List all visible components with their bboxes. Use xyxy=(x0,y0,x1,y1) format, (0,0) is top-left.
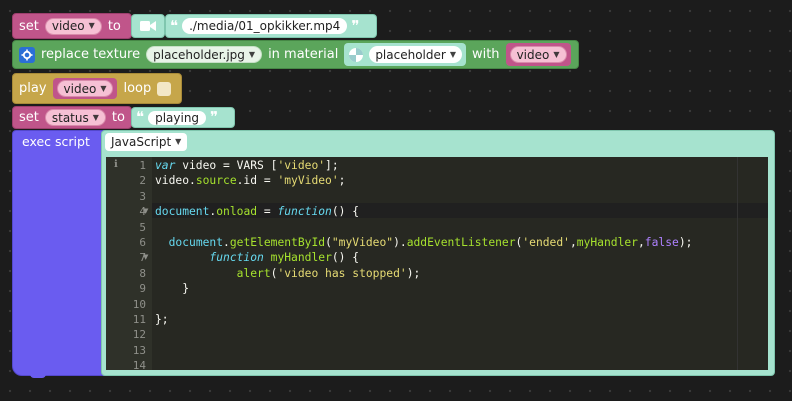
variable-name: video xyxy=(63,81,97,96)
code-editor[interactable]: ℹ ▼ ▼ 1 2 3 4 5 6 7 8 9 10 11 12 13 14 v… xyxy=(106,157,768,370)
exec-script-block[interactable]: exec script xyxy=(12,130,107,376)
code-line: video.source.id = 'myVideo'; xyxy=(155,174,346,188)
code-line: alert('video has stopped'); xyxy=(236,266,421,280)
code-line: var video = VARS ['video']; xyxy=(155,159,339,172)
variable-dropdown-status[interactable]: status ▼ xyxy=(44,109,106,126)
material-sphere-icon xyxy=(349,47,364,62)
texture-name: placeholder.jpg xyxy=(153,47,245,62)
line-number: 8 xyxy=(139,266,146,280)
replace-texture-block[interactable]: replace texture placeholder.jpg ▼ in mate… xyxy=(12,40,579,69)
video-path-string-block[interactable]: ❝ ./media/01_opkikker.mp4 ❞ xyxy=(165,14,377,38)
line-number: 7 xyxy=(139,251,146,265)
chevron-down-icon: ▼ xyxy=(248,49,256,59)
status-value-field[interactable]: playing xyxy=(148,110,207,125)
variable-name: video xyxy=(516,47,550,62)
variable-dropdown-video[interactable]: video ▼ xyxy=(509,46,567,63)
chevron-down-icon: ▼ xyxy=(92,112,99,122)
code-line: document.onload = function() { xyxy=(155,205,360,219)
line-number: 6 xyxy=(139,236,146,249)
loop-checkbox[interactable] xyxy=(157,81,172,96)
line-number: 9 xyxy=(139,282,146,296)
line-number: 11 xyxy=(132,313,146,326)
to-keyword: to xyxy=(111,110,125,125)
variable-name: status xyxy=(51,110,89,125)
variable-dropdown-video[interactable]: video ▼ xyxy=(44,17,102,35)
variable-name: video xyxy=(51,19,85,33)
replace-texture-label: replace texture xyxy=(41,47,141,62)
line-number: 4 xyxy=(139,205,146,219)
set-keyword: set xyxy=(19,18,39,34)
close-quote-icon: ❞ xyxy=(351,16,360,35)
exec-script-bottom-notch xyxy=(30,372,46,378)
video-camera-icon xyxy=(140,21,156,31)
material-slot[interactable]: placeholder ▼ xyxy=(344,43,466,66)
language-dropdown[interactable]: JavaScript ▼ xyxy=(105,133,188,151)
video-path-field[interactable]: ./media/01_opkikker.mp4 xyxy=(182,18,348,34)
set-keyword: set xyxy=(19,110,39,125)
material-name: placeholder xyxy=(375,47,446,62)
with-variable-slot[interactable]: video ▼ xyxy=(505,43,571,66)
language-name: JavaScript xyxy=(111,135,172,149)
line-number: 12 xyxy=(132,328,146,342)
video-asset-block[interactable] xyxy=(131,14,165,38)
open-quote-icon: ❝ xyxy=(136,108,145,126)
to-keyword: to xyxy=(107,18,121,34)
status-string-block[interactable]: ❝ playing ❞ xyxy=(131,107,235,128)
set-video-block[interactable]: set video ▼ to xyxy=(12,13,132,39)
set-status-block[interactable]: set status ▼ to xyxy=(12,106,132,129)
line-number: 10 xyxy=(132,297,146,311)
play-block[interactable]: play video ▼ loop xyxy=(12,73,182,104)
chevron-down-icon: ▼ xyxy=(100,83,107,93)
open-quote-icon: ❝ xyxy=(170,16,179,35)
play-keyword: play xyxy=(19,81,47,96)
line-number: 2 xyxy=(139,174,146,188)
chevron-down-icon: ▼ xyxy=(553,49,560,59)
code-line: document.getElementById("myVideo").addEv… xyxy=(168,236,693,249)
texture-dropdown[interactable]: placeholder.jpg ▼ xyxy=(146,46,263,63)
with-label: with xyxy=(471,47,500,62)
code-line: function myHandler() { xyxy=(209,251,360,265)
exec-script-label: exec script xyxy=(22,134,90,149)
chevron-down-icon: ▼ xyxy=(449,49,456,59)
code-line: }; xyxy=(155,313,169,326)
play-variable-slot[interactable]: video ▼ xyxy=(52,78,118,99)
in-material-label: in material xyxy=(268,47,339,62)
close-quote-icon: ❞ xyxy=(210,108,219,126)
line-number: 5 xyxy=(139,220,146,234)
loop-label: loop xyxy=(123,81,152,96)
variable-dropdown-video[interactable]: video ▼ xyxy=(56,80,114,97)
line-number: 14 xyxy=(132,359,146,370)
line-number: 1 xyxy=(139,159,146,172)
settings-gear-icon[interactable] xyxy=(19,46,35,63)
line-number: 3 xyxy=(139,189,146,203)
chevron-down-icon: ▼ xyxy=(88,21,95,30)
line-number: 13 xyxy=(132,343,146,357)
material-dropdown[interactable]: placeholder ▼ xyxy=(369,46,462,63)
code-line: } xyxy=(155,282,190,296)
chevron-down-icon: ▼ xyxy=(175,137,182,146)
editor-scrollbar[interactable] xyxy=(737,157,768,370)
